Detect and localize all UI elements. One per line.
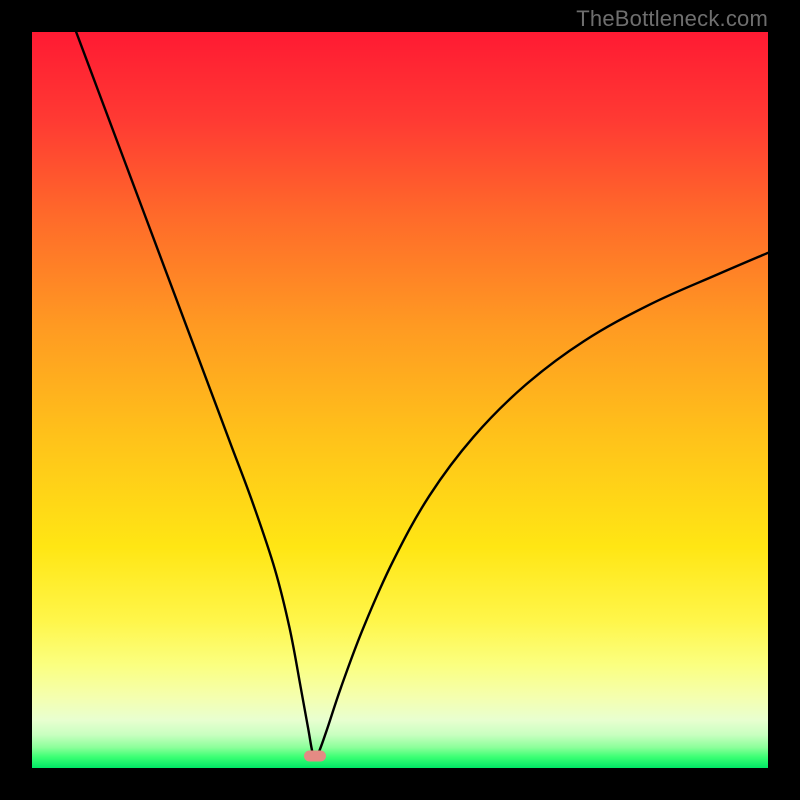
- chart-frame: TheBottleneck.com: [0, 0, 800, 800]
- plot-svg: [32, 32, 768, 768]
- plot-area: [32, 32, 768, 768]
- gradient-background: [32, 32, 768, 768]
- minimum-marker: [304, 751, 326, 762]
- watermark-text: TheBottleneck.com: [576, 6, 768, 32]
